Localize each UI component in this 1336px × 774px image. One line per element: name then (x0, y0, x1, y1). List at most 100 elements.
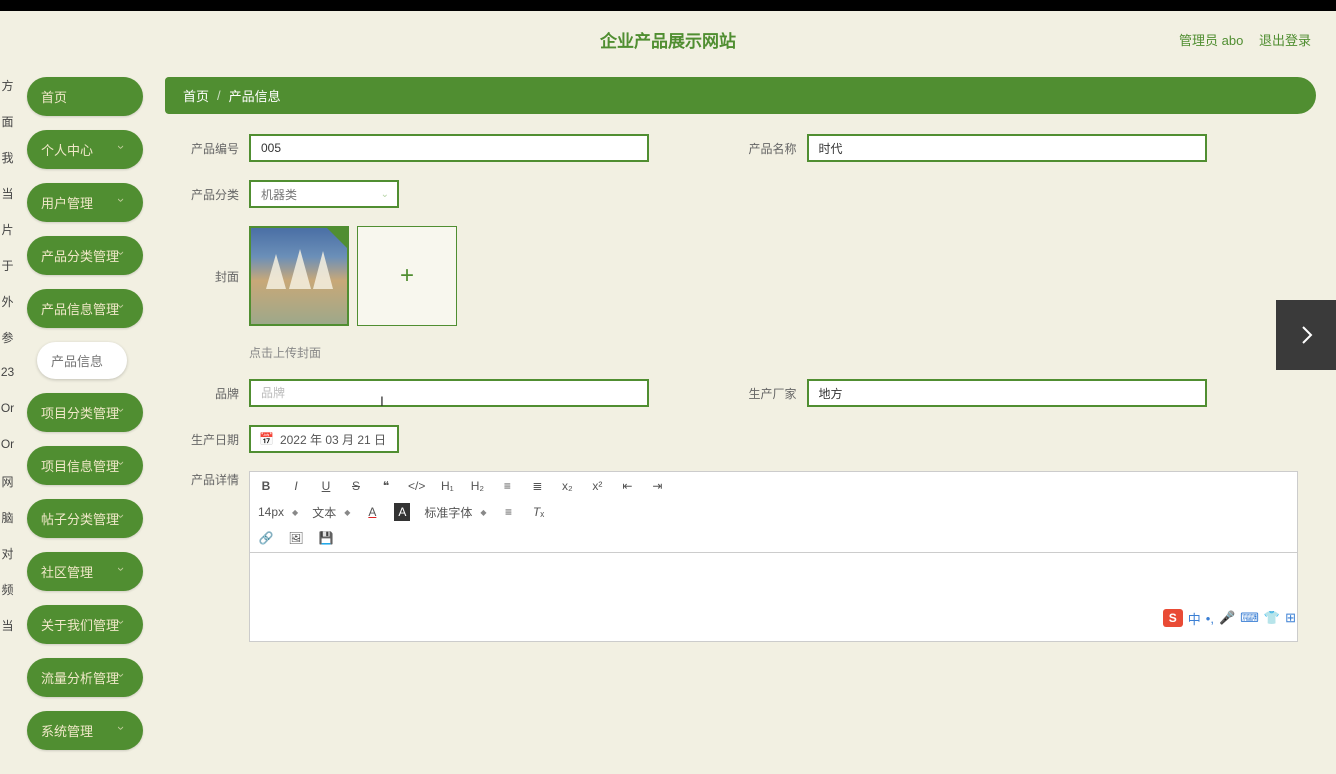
brand-input[interactable] (249, 379, 649, 407)
font-family-select[interactable]: 标准字体◆ (424, 504, 486, 521)
logout-link[interactable]: 退出登录 (1259, 33, 1311, 48)
left-strip-char: 片 (1, 221, 13, 247)
sidebar-item-7[interactable]: 帖子分类管理› (27, 499, 143, 538)
editor-toolbar: B I U S ❝ </> H₁ H₂ ≡ ≣ x₂ x² ⇤ (249, 471, 1298, 552)
left-strip-char: 对 (1, 545, 13, 571)
site-title: 企业产品展示网站 (600, 27, 736, 52)
dropdown-icon: ◆ (344, 508, 350, 517)
outdent-button[interactable]: ⇥ (649, 477, 665, 495)
text-mode-select[interactable]: 文本◆ (312, 504, 350, 521)
ime-punct-icon[interactable]: •, (1206, 611, 1214, 626)
superscript-button[interactable]: x² (589, 477, 605, 495)
breadcrumb-home[interactable]: 首页 (183, 86, 209, 105)
sidebar-item-label: 帖子分类管理 (41, 509, 119, 528)
italic-button[interactable]: I (288, 477, 304, 495)
sidebar-item-11[interactable]: 系统管理› (27, 711, 143, 750)
image-button[interactable]: 🖼 (288, 529, 304, 547)
thumb-deco (313, 251, 333, 289)
sidebar-item-label: 产品信息管理 (41, 299, 119, 318)
sidebar-item-9[interactable]: 关于我们管理› (27, 605, 143, 644)
label-cover: 封面 (183, 268, 239, 285)
chevron-down-icon: › (119, 567, 129, 577)
strike-button[interactable]: S (348, 477, 364, 495)
sidebar-item-4[interactable]: 产品信息管理› (27, 289, 143, 328)
label-product-name: 产品名称 (741, 140, 797, 157)
subscript-button[interactable]: x₂ (559, 477, 575, 495)
chevron-down-icon: › (119, 198, 129, 208)
header: 企业产品展示网站 管理员 abo 退出登录 (0, 11, 1336, 67)
sidebar-item-1[interactable]: 个人中心› (27, 130, 143, 169)
right-slide-panel[interactable] (1276, 300, 1336, 370)
left-strip-char: 当 (1, 185, 13, 211)
indent-button[interactable]: ⇤ (619, 477, 635, 495)
upload-hint: 点击上传封面 (249, 344, 1298, 361)
list-ol-button[interactable]: ≡ (499, 477, 515, 495)
h2-button[interactable]: H₂ (469, 477, 485, 495)
sidebar-item-6[interactable]: 项目信息管理› (27, 446, 143, 485)
chevron-down-icon: › (119, 304, 129, 314)
align-button[interactable]: ≡ (501, 503, 517, 521)
code-button[interactable]: </> (408, 477, 425, 495)
thumb-deco (266, 254, 286, 289)
label-prod-date: 生产日期 (183, 431, 239, 448)
ime-skin-icon[interactable]: 👕 (1264, 610, 1280, 626)
left-strip-char: 于 (1, 257, 13, 283)
cover-thumbnail[interactable] (249, 226, 349, 326)
chevron-right-icon (1294, 323, 1318, 347)
chevron-down-icon: › (119, 251, 129, 261)
sidebar-item-0[interactable]: 首页 (27, 77, 143, 116)
label-product-cat: 产品分类 (183, 186, 239, 203)
product-code-input[interactable] (249, 134, 649, 162)
sidebar-item-10[interactable]: 流量分析管理› (27, 658, 143, 697)
ime-logo-icon: S (1163, 609, 1183, 627)
sidebar-item-2[interactable]: 用户管理 › (27, 183, 143, 222)
underline-button[interactable]: U (318, 477, 334, 495)
clear-format-button[interactable]: Tₓ (531, 503, 547, 521)
ime-toolbox-icon[interactable]: ⊞ (1285, 610, 1296, 626)
sidebar-item-label: 个人中心 (41, 140, 93, 159)
manufacturer-input[interactable] (807, 379, 1207, 407)
sidebar-item-3[interactable]: 产品分类管理› (27, 236, 143, 275)
sidebar-item-label: 项目分类管理 (41, 403, 119, 422)
sidebar-item-label: 关于我们管理 (41, 615, 119, 634)
ime-keyboard-icon[interactable]: ⌨ (1240, 610, 1259, 626)
h1-button[interactable]: H₁ (439, 477, 455, 495)
left-strip-char: 网 (1, 473, 13, 499)
label-product-code: 产品编号 (183, 140, 239, 157)
bold-button[interactable]: B (258, 477, 274, 495)
left-strip-char: 我 (1, 149, 13, 175)
ime-mic-icon[interactable]: 🎤 (1219, 610, 1235, 626)
list-ul-button[interactable]: ≣ (529, 477, 545, 495)
sidebar-item-label: 首页 (41, 87, 67, 106)
left-strip-char: 面 (1, 113, 13, 139)
save-button[interactable]: 💾 (318, 529, 334, 547)
ime-bar[interactable]: S 中 •, 🎤 ⌨ 👕 ⊞ (1163, 607, 1296, 629)
left-strip-char: 23 (1, 365, 14, 391)
chevron-down-icon: › (119, 726, 129, 736)
sidebar-item-label: 用户管理 (41, 193, 93, 212)
header-user-area: 管理员 abo 退出登录 (1167, 30, 1311, 49)
label-brand: 品牌 (183, 385, 239, 402)
quote-button[interactable]: ❝ (378, 477, 394, 495)
bg-color-button[interactable]: A (394, 503, 410, 521)
sidebar-subitem[interactable]: 产品信息 (37, 342, 127, 379)
ime-lang-icon[interactable]: 中 (1188, 609, 1201, 628)
thumb-deco (289, 249, 311, 289)
chevron-down-icon: › (119, 514, 129, 524)
sidebar-item-8[interactable]: 社区管理› (27, 552, 143, 591)
font-color-button[interactable]: A (364, 503, 380, 521)
upload-add-button[interactable]: + (357, 226, 457, 326)
sidebar-item-label: 产品分类管理 (41, 246, 119, 265)
content-area: 首页 / 产品信息 产品编号 产品名称 产品分类 机器类 (155, 67, 1336, 774)
link-button[interactable]: 🔗 (258, 529, 274, 547)
editor-body[interactable] (249, 552, 1298, 642)
label-manufacturer: 生产厂家 (741, 385, 797, 402)
product-name-input[interactable] (807, 134, 1207, 162)
prod-date-input[interactable]: 📅 2022 年 03 月 21 日 (249, 425, 399, 453)
font-size-select[interactable]: 14px◆ (258, 505, 298, 519)
product-cat-select[interactable]: 机器类 ⌄ (249, 180, 399, 208)
left-strip-char: 参 (1, 329, 13, 355)
sidebar-item-label: 流量分析管理 (41, 668, 119, 687)
sidebar-item-5[interactable]: 项目分类管理› (27, 393, 143, 432)
admin-link[interactable]: 管理员 abo (1179, 33, 1243, 48)
